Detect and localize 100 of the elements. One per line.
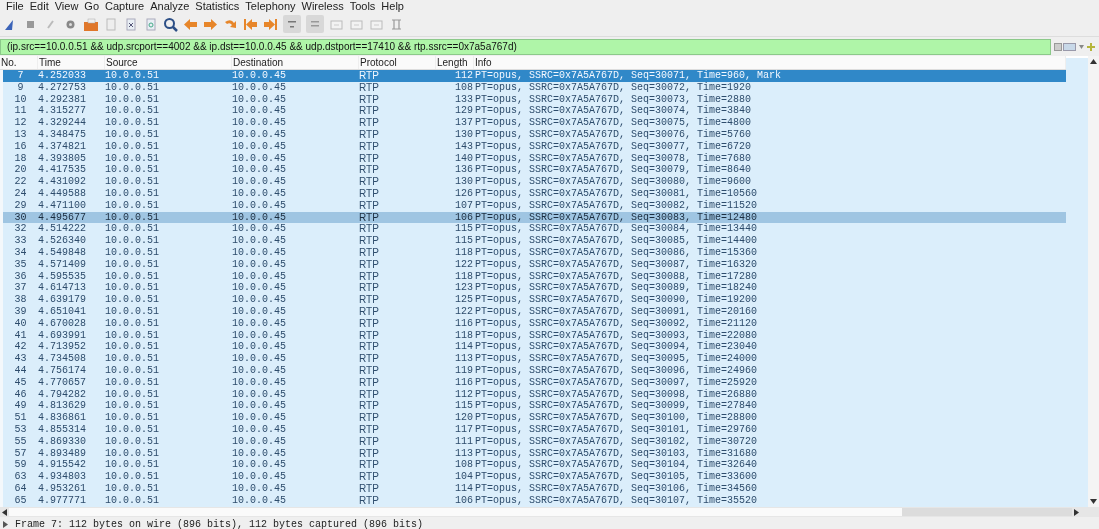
autoscroll-icon[interactable] xyxy=(287,19,297,29)
menu-item[interactable]: Tools xyxy=(346,0,379,12)
menu-item[interactable]: View xyxy=(51,0,82,12)
scroll-down-icon[interactable] xyxy=(1090,499,1097,504)
column-header[interactable]: Length xyxy=(436,56,474,69)
table-cell-text: 4.734508 xyxy=(38,353,87,365)
table-cell-text: RTP xyxy=(359,388,380,401)
table-cell-text: RTP xyxy=(359,223,380,236)
scroll-left-icon[interactable] xyxy=(2,508,7,516)
right-arrow-icon[interactable] xyxy=(203,16,218,32)
table-cell-text: 4.393805 xyxy=(38,152,87,165)
table-cell-text: 10.0.0.45 xyxy=(232,140,287,153)
table-cell-text: PT=opus, SSRC=0x7A5A767D, Seq=30075, Time=4800 xyxy=(474,117,753,129)
menu-item[interactable]: Edit xyxy=(26,0,52,12)
table-cell-text: 119 xyxy=(454,364,474,377)
column-header[interactable]: No. xyxy=(0,56,38,69)
table-cell-text: 10.0.0.51 xyxy=(105,187,160,200)
left-arrow-icon[interactable] xyxy=(183,16,198,32)
table-cell-text: 64 xyxy=(13,482,28,495)
table-cell-text: 4.770657 xyxy=(38,376,87,389)
table-cell-text: 10.0.0.45 xyxy=(232,93,287,106)
table-cell-text: PT=opus, SSRC=0x7A5A767D, Seq=30097, Time=25920 xyxy=(474,376,759,389)
search-icon[interactable] xyxy=(163,16,178,32)
menu-item[interactable]: Capture xyxy=(102,0,148,12)
table-cell-text: 10.0.0.51 xyxy=(105,341,160,354)
table-cell-text: 10.0.0.45 xyxy=(232,447,287,460)
table-cell-text: 22 xyxy=(13,176,28,188)
menu-item[interactable]: File xyxy=(3,0,27,12)
expand-arrow-icon[interactable] xyxy=(3,520,8,528)
scroll-up-icon[interactable] xyxy=(1090,59,1097,64)
table-row[interactable]: 7 4.252033 10.0.0.51 10.0.0.45 RTP 112 PT=opus, SSRC=0x7A5A767D, Seq=30071, Time=960, Mark xyxy=(3,70,1066,82)
menu-item[interactable]: Telephony xyxy=(242,0,299,12)
table-cell-text: 10.0.0.51 xyxy=(105,211,160,224)
table-cell-text: RTP xyxy=(359,282,380,295)
menu-item[interactable]: Statistics xyxy=(192,0,243,12)
table-cell-text: 39 xyxy=(13,305,28,318)
table-cell-text: 10.0.0.51 xyxy=(105,482,160,495)
table-cell-text: RTP xyxy=(359,341,380,354)
plus-icon[interactable] xyxy=(1087,42,1095,51)
table-cell-text: 10.0.0.45 xyxy=(232,164,287,177)
table-cell-text: 7 xyxy=(16,70,25,82)
menu-item[interactable]: Help xyxy=(378,0,407,12)
table-cell-text: 112 xyxy=(454,388,474,401)
menu-item[interactable]: Go xyxy=(81,0,103,12)
table-cell-text: 10.0.0.51 xyxy=(105,176,160,188)
file-icon[interactable] xyxy=(103,16,118,32)
table-cell-text: 4.934803 xyxy=(38,471,87,483)
table-cell-text: 4.431092 xyxy=(38,176,87,188)
table-cell-text: 10.0.0.51 xyxy=(105,471,160,483)
folder-icon[interactable] xyxy=(83,16,98,32)
filter-field[interactable]: (ip.src==10.0.0.51 && udp.srcport==4002 && ip.dst==10.0.0.45 && udp.dstport==17410 && rtp.ssrc==0x7a5a767d) xyxy=(0,38,1051,55)
table-cell-text: 10.0.0.51 xyxy=(105,400,160,413)
table-cell-text: 126 xyxy=(454,187,474,200)
table-cell-text: 38 xyxy=(13,294,28,306)
bookmark-icon[interactable] xyxy=(1054,42,1076,51)
horizontal-scrollbar[interactable] xyxy=(0,507,1099,517)
table-cell-text: 4.756174 xyxy=(38,364,87,377)
colorize-button[interactable] xyxy=(306,15,324,33)
column-header[interactable]: Protocol xyxy=(359,56,436,69)
lines-icon[interactable] xyxy=(310,19,320,29)
table-cell-text: 4.315277 xyxy=(38,105,87,118)
table-cell-text: 10.0.0.51 xyxy=(105,235,160,247)
close-file-icon[interactable] xyxy=(123,16,138,32)
menu-item[interactable]: Analyze xyxy=(147,0,193,12)
table-cell-text: 10.0.0.51 xyxy=(105,117,160,129)
table-cell-text: RTP xyxy=(359,364,380,377)
table-cell-text: 116 xyxy=(454,317,474,330)
first-icon[interactable] xyxy=(243,16,258,32)
table-cell-text: 10.0.0.45 xyxy=(232,246,287,259)
vertical-scrollbar[interactable] xyxy=(1088,56,1099,507)
table-cell-text: 123 xyxy=(454,282,474,295)
table-cell-text: 115 xyxy=(454,223,474,236)
table-cell-text: 117 xyxy=(454,423,474,436)
table-cell-text: 10.0.0.45 xyxy=(232,317,287,330)
table-cell-text: 10.0.0.51 xyxy=(105,459,160,472)
column-header[interactable]: Source xyxy=(105,56,232,69)
table-cell-text: 4.639179 xyxy=(38,294,87,306)
table-cell-text: 129 xyxy=(454,105,474,118)
table-cell-text: RTP xyxy=(359,329,380,342)
reload-file-icon[interactable] xyxy=(143,16,158,32)
scroll-right-icon[interactable] xyxy=(1074,508,1079,516)
column-header[interactable]: Time xyxy=(38,56,105,69)
table-cell-text: 10.0.0.51 xyxy=(105,81,160,94)
table-cell-text: PT=opus, SSRC=0x7A5A767D, Seq=30088, Time=17280 xyxy=(474,270,759,282)
table-cell-text: RTP xyxy=(359,117,380,129)
table-cell-text: 57 xyxy=(13,447,28,460)
menu-item[interactable]: Wireless xyxy=(298,0,347,12)
autoscroll-button[interactable] xyxy=(283,15,301,33)
column-header[interactable]: Destination xyxy=(232,56,359,69)
table-cell-text: PT=opus, SSRC=0x7A5A767D, Seq=30083, Time=12480 xyxy=(474,211,759,223)
table-cell-text: 10.0.0.45 xyxy=(232,376,287,389)
table-cell-text: 113 xyxy=(454,447,474,460)
resize-columns-icon[interactable] xyxy=(389,16,404,32)
table-cell-text: 10.0.0.51 xyxy=(105,294,160,306)
last-icon[interactable] xyxy=(263,16,278,32)
caret-icon[interactable] xyxy=(1079,44,1084,49)
table-cell-text: 34 xyxy=(13,246,28,259)
table-cell-text: 18 xyxy=(13,152,28,165)
table-cell-text: 63 xyxy=(13,471,28,483)
table-cell-text: 10.0.0.51 xyxy=(105,376,160,389)
